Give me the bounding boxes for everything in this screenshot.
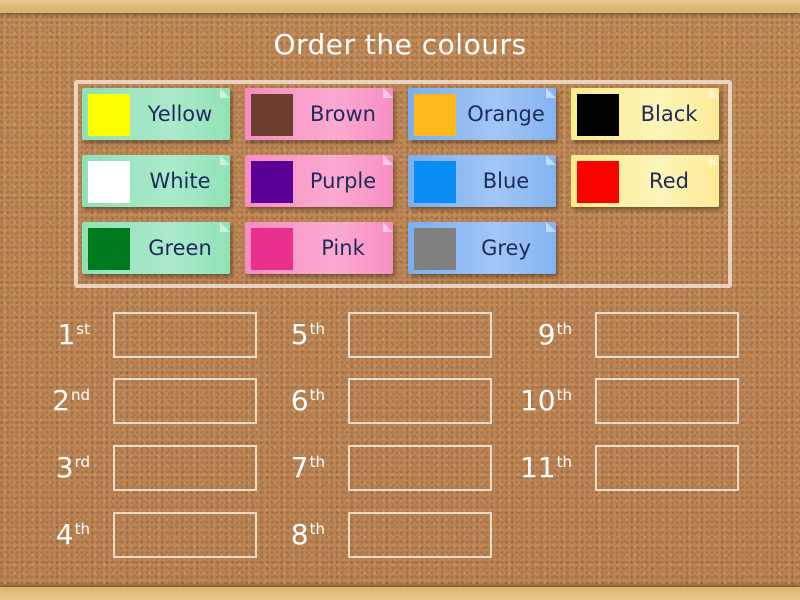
- ordinal-label: 5th: [290, 318, 325, 351]
- card-label: Blue: [482, 169, 530, 193]
- color-swatch: [414, 228, 456, 270]
- color-swatch: [88, 94, 130, 136]
- color-swatch: [414, 94, 456, 136]
- card-label: Orange: [467, 102, 545, 126]
- frame-bottom: [0, 587, 800, 600]
- drop-slot-8[interactable]: [348, 512, 492, 558]
- card-label: Yellow: [147, 102, 213, 126]
- color-card-orange[interactable]: Orange: [408, 88, 556, 140]
- color-card-green[interactable]: Green: [82, 222, 230, 274]
- ordinal-label: 11th: [519, 451, 572, 484]
- color-swatch: [414, 161, 456, 203]
- drop-slot-9[interactable]: [595, 312, 739, 358]
- color-card-pink[interactable]: Pink: [245, 222, 393, 274]
- drop-slot-5[interactable]: [348, 312, 492, 358]
- ordinal-label: 4th: [55, 518, 90, 551]
- color-card-white[interactable]: White: [82, 155, 230, 207]
- card-label: Purple: [309, 169, 377, 193]
- color-card-blue[interactable]: Blue: [408, 155, 556, 207]
- card-label: Red: [649, 169, 689, 193]
- ordinal-label: 3rd: [55, 451, 90, 484]
- drop-slot-10[interactable]: [595, 378, 739, 424]
- color-card-brown[interactable]: Brown: [245, 88, 393, 140]
- drop-slot-4[interactable]: [113, 512, 257, 558]
- color-card-purple[interactable]: Purple: [245, 155, 393, 207]
- ordinal-label: 1st: [57, 318, 90, 351]
- drop-slot-3[interactable]: [113, 445, 257, 491]
- color-swatch: [251, 228, 293, 270]
- ordinal-label: 9th: [537, 318, 572, 351]
- ordinal-label: 2nd: [52, 384, 90, 417]
- color-swatch: [251, 161, 293, 203]
- card-label: Black: [640, 102, 698, 126]
- ordinal-label: 6th: [290, 384, 325, 417]
- card-label: Grey: [481, 236, 531, 260]
- color-card-black[interactable]: Black: [571, 88, 719, 140]
- ordinal-label: 10th: [519, 384, 572, 417]
- activity-title: Order the colours: [273, 28, 527, 61]
- card-label: Green: [148, 236, 212, 260]
- ordinal-label: 8th: [290, 518, 325, 551]
- drop-slot-7[interactable]: [348, 445, 492, 491]
- color-swatch: [577, 161, 619, 203]
- card-label: White: [149, 169, 211, 193]
- drop-slot-6[interactable]: [348, 378, 492, 424]
- color-swatch: [577, 94, 619, 136]
- color-swatch: [88, 161, 130, 203]
- card-label: Pink: [321, 236, 365, 260]
- color-swatch: [88, 228, 130, 270]
- color-card-red[interactable]: Red: [571, 155, 719, 207]
- drop-slot-1[interactable]: [113, 312, 257, 358]
- drop-slot-11[interactable]: [595, 445, 739, 491]
- color-card-yellow[interactable]: Yellow: [82, 88, 230, 140]
- color-swatch: [251, 94, 293, 136]
- ordinal-label: 7th: [290, 451, 325, 484]
- card-label: Brown: [310, 102, 376, 126]
- drop-slot-2[interactable]: [113, 378, 257, 424]
- color-card-grey[interactable]: Grey: [408, 222, 556, 274]
- frame-top: [0, 0, 800, 13]
